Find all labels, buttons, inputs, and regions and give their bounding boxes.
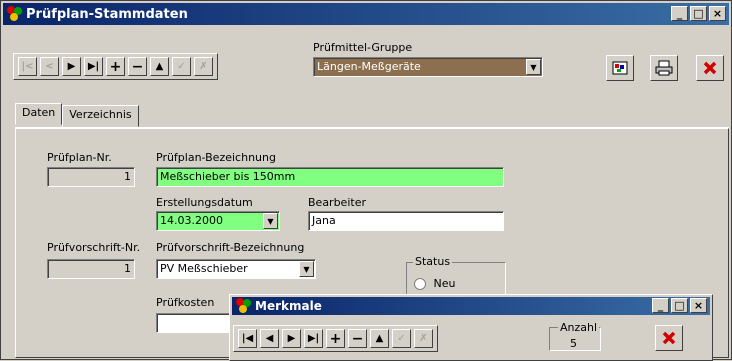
count-label: Anzahl xyxy=(558,321,600,334)
next-icon: ▶ xyxy=(67,61,76,72)
status-label: Status xyxy=(413,255,453,268)
add-record-button[interactable]: + xyxy=(326,329,345,348)
window-title: Prüfplan-Stammdaten xyxy=(26,6,188,22)
prev-icon: ◀ xyxy=(265,333,274,344)
up-button[interactable]: ▲ xyxy=(150,57,169,76)
group-select[interactable]: Längen-Meßgeräte ▼ xyxy=(313,57,543,77)
app-icon xyxy=(7,6,23,22)
app-icon xyxy=(236,298,252,314)
status-option-label: Neu xyxy=(433,277,456,290)
chevron-down-icon[interactable]: ▼ xyxy=(263,213,278,229)
date-value: 14.03.2000 xyxy=(160,214,223,227)
editor-field[interactable]: Jana xyxy=(308,211,504,231)
last-record-button[interactable]: ▶| xyxy=(84,57,103,76)
tab-verzeichnis[interactable]: Verzeichnis xyxy=(62,105,139,127)
confirm-button[interactable]: ✓ xyxy=(392,329,411,348)
delete-button[interactable] xyxy=(696,55,724,81)
plan-nr-label: Prüfplan-Nr. xyxy=(47,151,112,164)
merkmale-navigator: |◀ ◀ ▶ ▶| + − ▲ ✓ ✗ xyxy=(233,325,438,352)
maximize-button[interactable]: □ xyxy=(690,6,707,21)
title-bar: Prüfplan-Stammdaten _ □ × xyxy=(3,3,729,25)
delete-record-button[interactable]: − xyxy=(348,329,367,348)
count-value: 5 xyxy=(570,337,577,350)
rule-name-select[interactable]: PV Meßschieber ▼ xyxy=(156,259,316,279)
costs-field[interactable] xyxy=(156,313,232,333)
rule-nr-field[interactable]: 1 xyxy=(47,259,135,279)
group-select-value: Längen-Meßgeräte xyxy=(317,60,421,73)
palette-icon xyxy=(612,61,628,75)
radio-button[interactable] xyxy=(414,278,426,290)
close-window-button[interactable]: × xyxy=(690,298,707,313)
add-record-button[interactable]: + xyxy=(106,57,125,76)
minimize-button[interactable]: _ xyxy=(652,298,669,313)
confirm-button[interactable]: ✓ xyxy=(172,57,191,76)
red-x-icon xyxy=(703,61,717,75)
rule-name-value: PV Meßschieber xyxy=(160,262,248,275)
date-field[interactable]: 14.03.2000 ▼ xyxy=(156,211,280,231)
printer-icon xyxy=(655,60,673,76)
palette-button[interactable] xyxy=(606,55,634,81)
first-icon: |◀ xyxy=(241,333,254,344)
next-record-button[interactable]: ▶ xyxy=(62,57,81,76)
rule-nr-label: Prüfvorschrift-Nr. xyxy=(47,241,141,254)
last-icon: ▶| xyxy=(87,61,100,72)
merkmale-title-bar: Merkmale _ □ × xyxy=(232,297,710,315)
group-label: Prüfmittel-Gruppe xyxy=(313,41,413,54)
maximize-button[interactable]: □ xyxy=(671,298,688,313)
record-navigator: |< < ▶ ▶| + − ▲ ✓ ✗ xyxy=(13,53,218,80)
costs-label: Prüfkosten xyxy=(156,296,215,309)
merkmale-title: Merkmale xyxy=(255,299,322,313)
next-icon: ▶ xyxy=(287,333,296,344)
chevron-down-icon[interactable]: ▼ xyxy=(526,59,541,75)
close-window-button[interactable]: × xyxy=(709,6,726,21)
rule-name-label: Prüfvorschrift-Bezeichnung xyxy=(156,241,305,254)
plan-name-label: Prüfplan-Bezeichnung xyxy=(156,151,276,164)
minimize-button[interactable]: _ xyxy=(671,6,688,21)
delete-record-button[interactable]: − xyxy=(128,57,147,76)
last-icon: ▶| xyxy=(307,333,320,344)
prev-record-button[interactable]: < xyxy=(40,57,59,76)
main-window: Prüfplan-Stammdaten _ □ × |< < ▶ ▶| + − … xyxy=(0,0,732,361)
cancel-edit-button[interactable]: ✗ xyxy=(194,57,213,76)
last-record-button[interactable]: ▶| xyxy=(304,329,323,348)
status-option-neu[interactable]: Neu xyxy=(414,277,455,290)
print-button[interactable] xyxy=(650,55,678,81)
merkmale-window: Merkmale _ □ × |◀ ◀ ▶ ▶| + − ▲ ✓ ✗ Anzah… xyxy=(229,294,713,361)
prev-record-button[interactable]: ◀ xyxy=(260,329,279,348)
tab-strip: Daten Verzeichnis xyxy=(15,103,139,127)
cancel-edit-button[interactable]: ✗ xyxy=(414,329,433,348)
red-x-icon xyxy=(662,331,676,345)
next-record-button[interactable]: ▶ xyxy=(282,329,301,348)
tab-daten[interactable]: Daten xyxy=(15,103,63,125)
plan-nr-field[interactable]: 1 xyxy=(47,167,135,187)
merkmale-delete-button[interactable] xyxy=(655,325,683,351)
editor-label: Bearbeiter xyxy=(308,196,366,209)
first-record-button[interactable]: |< xyxy=(18,57,37,76)
plan-name-field[interactable]: Meßschieber bis 150mm xyxy=(156,167,504,187)
date-label: Erstellungsdatum xyxy=(156,196,253,209)
up-button[interactable]: ▲ xyxy=(370,329,389,348)
chevron-down-icon[interactable]: ▼ xyxy=(299,261,314,277)
first-record-button[interactable]: |◀ xyxy=(238,329,257,348)
